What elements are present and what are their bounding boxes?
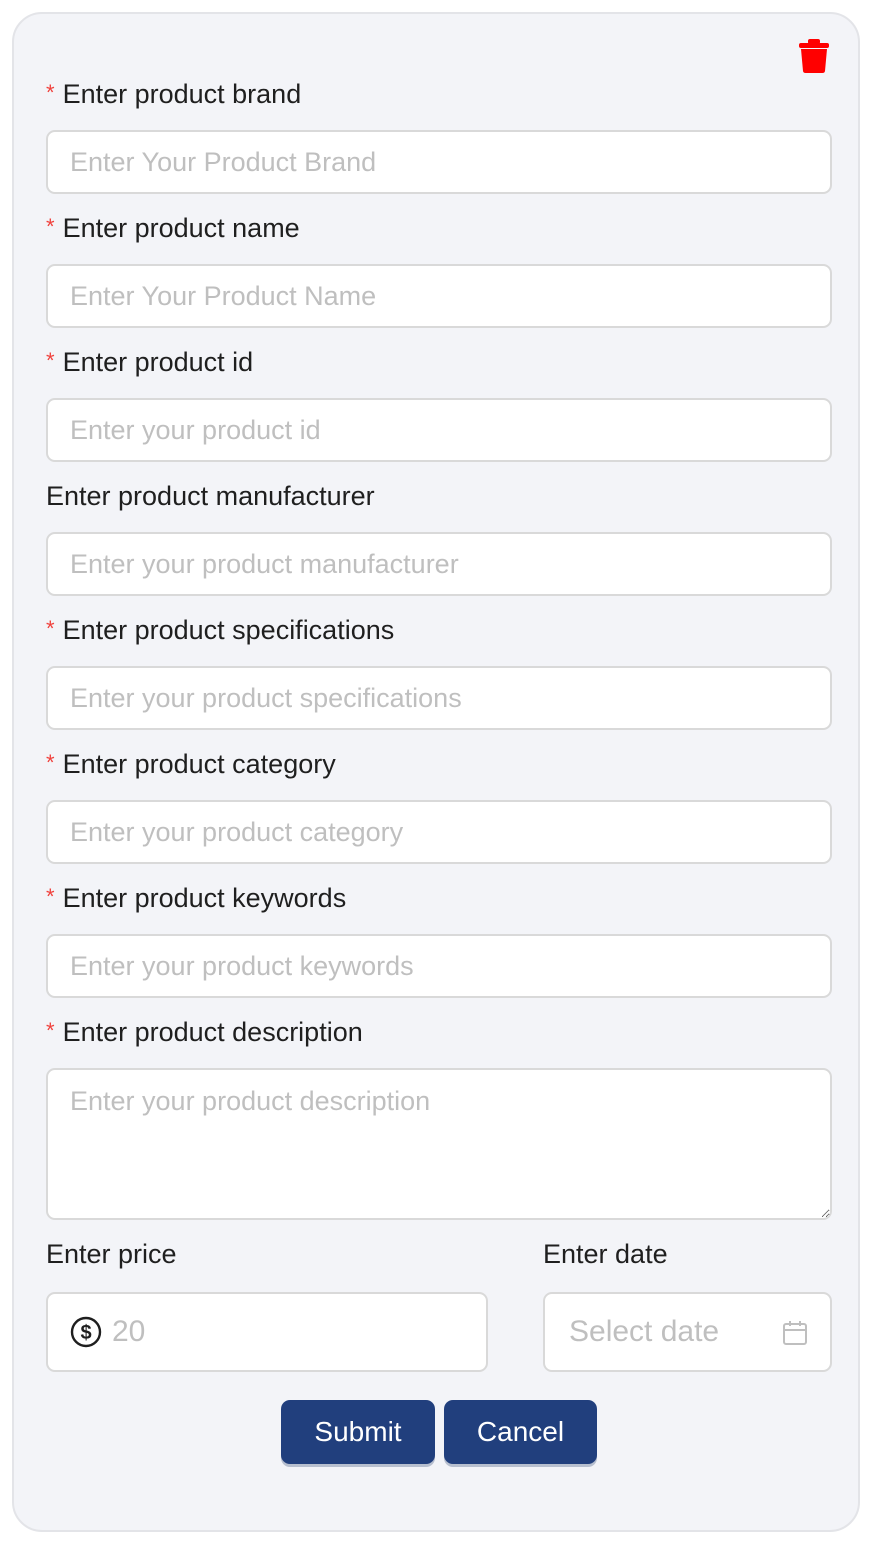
date-label: Enter date: [543, 1239, 668, 1269]
keywords-input[interactable]: [46, 934, 832, 998]
manufacturer-input[interactable]: [46, 532, 832, 596]
brand-input[interactable]: [46, 130, 832, 194]
required-mark: *: [46, 348, 55, 373]
name-label: * Enter product name: [46, 213, 300, 243]
required-mark: *: [46, 80, 55, 105]
category-label: * Enter product category: [46, 749, 336, 779]
id-label: * Enter product id: [46, 347, 254, 377]
required-mark: *: [46, 616, 55, 641]
specifications-input[interactable]: [46, 666, 832, 730]
description-label: * Enter product description: [46, 1017, 363, 1047]
required-mark: *: [46, 750, 55, 775]
product-form-card: *Enter product brand *Enter product name…: [12, 12, 860, 1532]
cancel-button[interactable]: Cancel: [444, 1400, 597, 1464]
price-field[interactable]: $: [46, 1292, 488, 1372]
calendar-icon[interactable]: [782, 1320, 808, 1346]
category-input[interactable]: [46, 800, 832, 864]
specifications-label: * Enter product specifications: [46, 615, 395, 645]
date-picker[interactable]: [543, 1292, 832, 1372]
trash-icon[interactable]: [798, 38, 830, 74]
required-mark: *: [46, 1018, 55, 1043]
name-input[interactable]: [46, 264, 832, 328]
keywords-label: * Enter product keywords: [46, 883, 347, 913]
required-mark: *: [46, 884, 55, 909]
date-input[interactable]: [567, 1314, 771, 1350]
required-mark: *: [46, 214, 55, 239]
submit-button[interactable]: Submit: [281, 1400, 435, 1464]
svg-text:$: $: [80, 1322, 91, 1344]
price-input[interactable]: [110, 1314, 454, 1350]
price-label: Enter price: [46, 1239, 177, 1269]
dollar-circle-icon: $: [70, 1316, 102, 1348]
brand-label: * Enter product brand: [46, 79, 302, 109]
description-textarea[interactable]: [46, 1068, 832, 1220]
manufacturer-label: Enter product manufacturer: [46, 481, 375, 511]
id-input[interactable]: [46, 398, 832, 462]
